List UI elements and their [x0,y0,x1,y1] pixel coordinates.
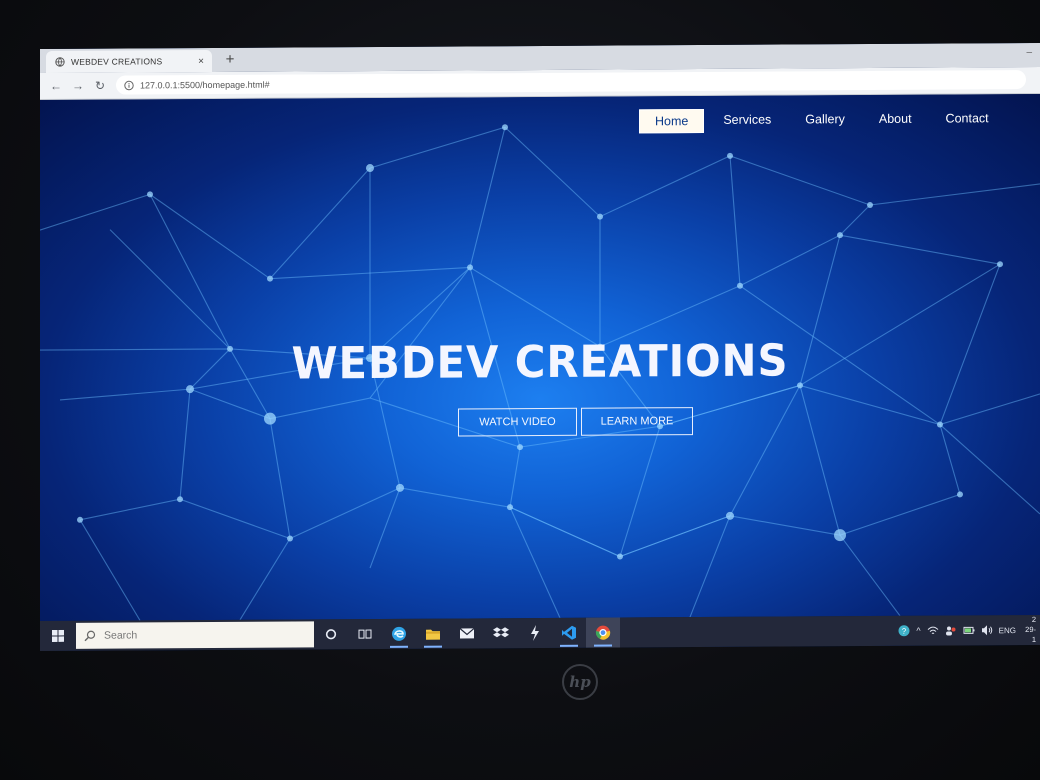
url-text: 127.0.0.1:5500/homepage.html# [140,79,270,90]
mail-icon[interactable] [450,618,484,648]
tab-close-icon[interactable]: × [194,56,208,67]
laptop-screen: WEBDEV CREATIONS × + – ← → ↻ 127.0.0.1:5… [40,42,1040,652]
windows-start-icon[interactable] [40,621,76,651]
learn-more-button[interactable]: LEARN MORE [581,407,693,436]
windows-taskbar: Search ? ^ ENG 2 29-1 [40,614,1040,652]
file-explorer-icon[interactable] [416,619,450,649]
browser-tab[interactable]: WEBDEV CREATIONS × [46,50,212,74]
help-icon[interactable]: ? [898,625,910,637]
nav-link-contact[interactable]: Contact [931,107,1004,129]
hero-section: Home Services Gallery About Contact WEBD… [40,93,1040,622]
people-icon[interactable] [945,624,957,636]
watch-video-button[interactable]: WATCH VIDEO [458,407,577,437]
hp-logo: hp [562,664,598,700]
search-icon [84,630,96,642]
hero-buttons: WATCH VIDEO LEARN MORE [458,407,693,437]
wifi-icon[interactable] [927,625,939,637]
search-placeholder: Search [104,629,138,642]
reload-icon[interactable]: ↻ [92,78,108,94]
system-tray: ? ^ ENG 2 29-1 [898,615,1040,646]
site-info-icon[interactable] [124,80,134,90]
nav-link-about[interactable]: About [864,108,927,130]
chevron-up-icon[interactable]: ^ [916,626,920,636]
nav-link-gallery[interactable]: Gallery [790,108,860,130]
new-tab-button[interactable]: + [220,50,240,70]
task-view-icon[interactable] [348,619,382,649]
nav-link-home[interactable]: Home [639,108,705,134]
dropbox-icon[interactable] [484,618,518,648]
taskbar-search-box[interactable]: Search [76,621,314,649]
language-indicator[interactable]: ENG [999,626,1016,635]
site-navigation: Home Services Gallery About Contact [639,107,1008,134]
clock-time: 2 [1031,614,1036,624]
cortana-icon[interactable] [314,619,348,649]
minimize-icon[interactable]: – [1026,47,1032,58]
chrome-icon[interactable] [586,617,620,648]
volume-icon[interactable] [981,624,993,636]
taskbar-clock[interactable]: 2 29-1 [1022,615,1036,645]
hero-title: WEBDEV CREATIONS [291,335,789,390]
battery-icon[interactable] [963,624,975,636]
back-arrow-icon[interactable]: ← [48,78,64,94]
globe-icon [55,57,65,67]
vscode-icon[interactable] [552,618,586,648]
address-bar[interactable]: 127.0.0.1:5500/homepage.html# [116,70,1026,95]
nav-link-services[interactable]: Services [708,108,786,130]
forward-arrow-icon[interactable]: → [70,78,86,94]
clock-date: 29-1 [1025,624,1036,644]
svg-text:?: ? [902,627,907,636]
edge-icon[interactable] [382,619,416,649]
tab-title: WEBDEV CREATIONS [71,56,163,67]
bolt-app-icon[interactable] [518,618,552,648]
